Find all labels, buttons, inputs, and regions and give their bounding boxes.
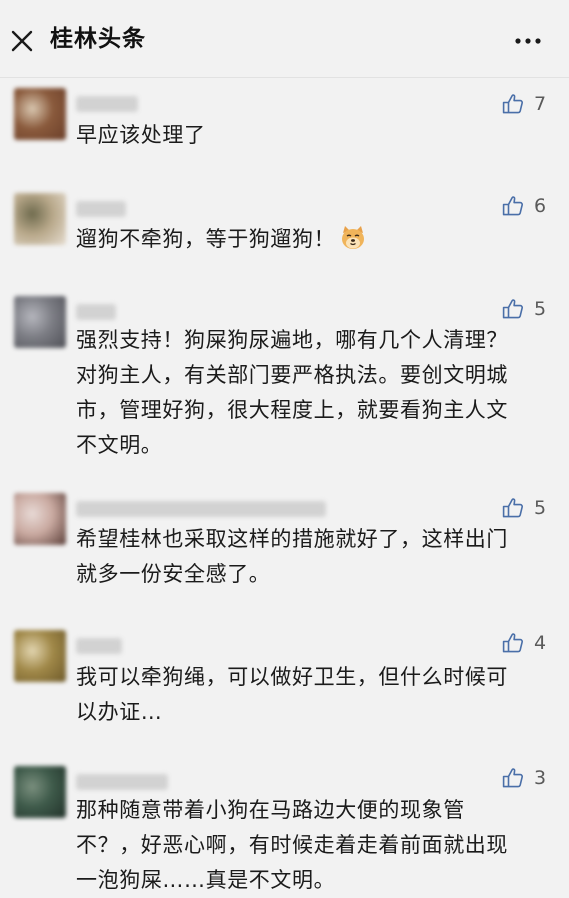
- blurred-nickname: [76, 774, 168, 790]
- like-count: 4: [534, 632, 547, 654]
- like-count: 7: [534, 93, 547, 115]
- blurred-nickname: [76, 638, 122, 654]
- thumbs-up-icon: [502, 498, 523, 518]
- avatar[interactable]: [14, 630, 66, 682]
- comment-text: 希望桂林也采取这样的措施就好了，这样出门 就多一份安全感了。: [76, 527, 508, 586]
- like-count: 6: [534, 195, 547, 217]
- blurred-nickname: [76, 304, 116, 320]
- page-title: 桂林头条: [50, 26, 146, 52]
- thumbs-up-icon: [502, 768, 523, 788]
- avatar[interactable]: [14, 88, 66, 140]
- more-icon: [515, 38, 541, 44]
- thumbs-up-icon: [502, 196, 523, 216]
- top-bar: 桂林头条: [0, 0, 569, 78]
- more-options-button[interactable]: [510, 22, 550, 58]
- like-count: 5: [534, 497, 547, 519]
- comment-text-content: 遛狗不牵狗，等于狗遛狗！: [76, 227, 336, 251]
- thumbs-up-icon: [502, 299, 523, 319]
- avatar[interactable]: [14, 193, 66, 245]
- comment-text: 遛狗不牵狗，等于狗遛狗！: [76, 222, 546, 257]
- close-button[interactable]: [6, 22, 42, 58]
- thumbs-up-icon: [502, 633, 523, 653]
- comment-text: 早应该处理了: [76, 123, 206, 147]
- like-count: 3: [534, 767, 547, 789]
- comment-text: 我可以牵狗绳，可以做好卫生，但什么时候可 以办证…: [76, 665, 508, 724]
- dog-face-emoji: [342, 226, 365, 249]
- like-count: 5: [534, 298, 547, 320]
- blurred-nickname: [76, 501, 326, 517]
- thumbs-up-icon: [502, 94, 523, 114]
- comment-text: 强烈支持！狗屎狗尿遍地，哪有几个人清理？ 对狗主人，有关部门要严格执法。要创文明…: [76, 328, 508, 457]
- close-icon: [11, 30, 33, 52]
- blurred-nickname: [76, 201, 126, 217]
- comment-text: 那种随意带着小狗在马路边大便的现象管 不？，好恶心啊，有时候走着走着前面就出现 …: [76, 798, 508, 892]
- blurred-nickname: [76, 96, 138, 112]
- avatar[interactable]: [14, 493, 66, 545]
- avatar[interactable]: [14, 296, 66, 348]
- avatar[interactable]: [14, 766, 66, 818]
